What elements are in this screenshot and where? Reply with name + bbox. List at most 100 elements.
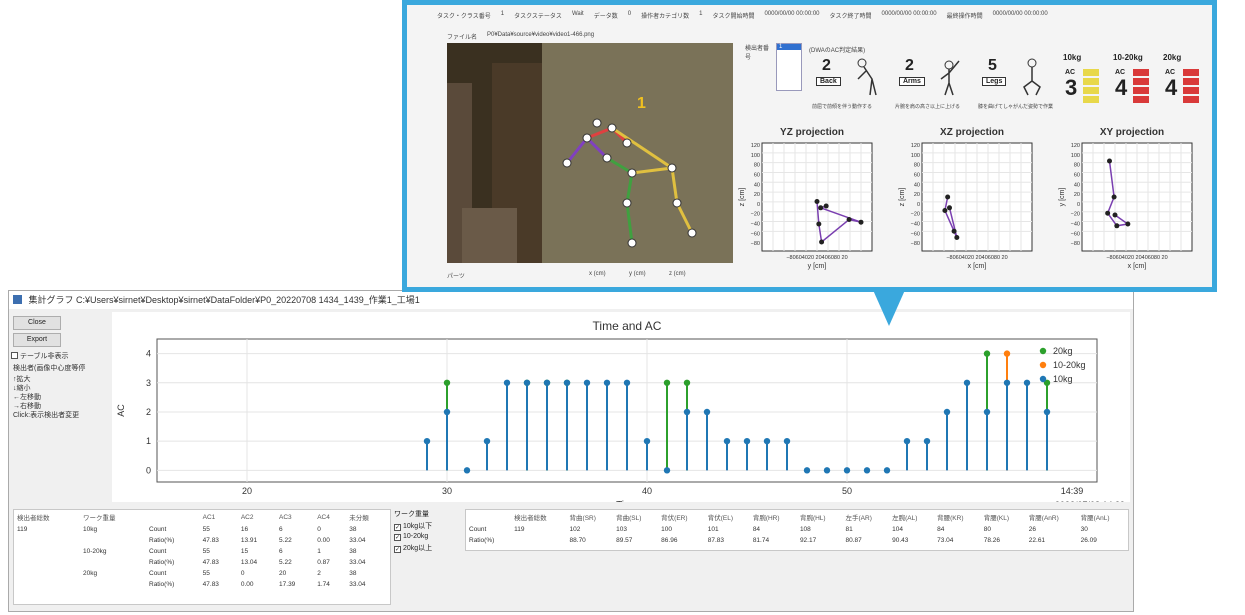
point-10-20kg — [1003, 350, 1011, 357]
weight-filter-label: 10kg以下 — [403, 523, 433, 530]
stats-cell: 16 — [240, 526, 249, 533]
projection-0: YZ projection 120 100 80 60 40 20 0 −20 −40 −60 −80… — [739, 127, 873, 270]
posture-cell: 108 — [799, 526, 811, 533]
point-20kg — [983, 350, 991, 357]
stats-cell: 0.87 — [317, 559, 330, 566]
weight-filter-option[interactable]: ✓ 10-20kg — [394, 533, 462, 541]
posture-cell: 22.61 — [1028, 537, 1046, 544]
inset-header-field: データ数 — [593, 14, 618, 20]
projection-joint — [858, 219, 864, 225]
projection-joint — [1112, 212, 1118, 218]
projection-y-tick: −80 — [751, 241, 760, 247]
stats-cell: 55 — [202, 570, 210, 577]
stats-cell — [14, 568, 80, 579]
projection-joint — [945, 194, 951, 200]
point-10kg — [623, 379, 631, 386]
stats-cell: Ratio(%) — [149, 537, 175, 544]
weight-filter-checkbox[interactable]: ✓ — [394, 546, 401, 553]
table-toggle[interactable]: テーブル非表示 — [11, 352, 69, 361]
posture-cell: 81 — [845, 526, 853, 533]
projection-y-tick: 80 — [754, 163, 760, 169]
posture-row: Ratio(%) 88.70 89.57 86.96 87.83 81.74 92.17 80… — [466, 535, 1128, 546]
projection-joint — [947, 205, 952, 211]
projection-joint — [1111, 194, 1117, 200]
stats-cell — [80, 579, 146, 590]
projection-joint — [814, 199, 820, 204]
weight-badge-bars — [1183, 69, 1199, 103]
inset-header-field: Wait — [571, 11, 584, 17]
projection-joint — [951, 228, 957, 234]
stats-cell: 33.04 — [349, 537, 366, 544]
posture-table: 検出者総数 背曲(SR) 背曲(SL) 背伏(ER) 背伏(EL) 背腕(HR) 背腕(HL… — [465, 509, 1129, 551]
posture-cell: 100 — [661, 526, 673, 533]
weight-badge-label: 20kg — [1163, 53, 1182, 62]
point-10kg — [783, 437, 791, 445]
time-ac-chart[interactable]: Time and AC 20 30 40 50 14:39 0 1 2 3 4 Time AC 2022/… — [112, 312, 1130, 502]
posture-header-cell: 左手(AR) — [845, 515, 872, 522]
point-10kg — [763, 437, 771, 445]
export-button[interactable]: Export — [13, 333, 61, 347]
stats-cell: Count — [149, 526, 167, 533]
point-10kg — [1043, 408, 1051, 416]
stats-cell: 5.22 — [279, 537, 292, 544]
projection-y-tick: −20 — [911, 212, 920, 218]
weight-badge-bar — [1083, 69, 1099, 76]
stats-cell: 13.04 — [240, 559, 258, 566]
stats-header-cell: AC2 — [240, 513, 254, 521]
posture-cell: 102 — [569, 526, 581, 533]
stats-cell: 55 — [202, 526, 210, 533]
point-10kg — [1003, 379, 1011, 386]
ac-title: (DWAのAC判定結果) — [809, 48, 866, 54]
projection-y-tick: 20 — [914, 192, 920, 198]
stats-cell: 119 — [17, 526, 28, 533]
parts-label: パーツ — [447, 274, 465, 280]
stats-cell: 38 — [349, 526, 357, 533]
weight-badge-bar — [1083, 96, 1099, 103]
stats-cell — [14, 535, 80, 546]
table-toggle-checkbox[interactable] — [11, 352, 18, 359]
inset-header-field: 1 — [699, 11, 703, 17]
projection-x-ticks: −80604020 20406080 20 — [1106, 255, 1167, 261]
weight-badge-value: 3 — [1065, 75, 1078, 100]
skeleton-joint — [667, 163, 677, 173]
weight-badge-bar — [1183, 69, 1199, 76]
projection-joint — [816, 221, 822, 227]
skeleton-joint — [562, 158, 572, 168]
zoom-inset: タスク・クラス番号 1 タスクステータス Wait データ数 0 操作者カテゴリ数 1 タスク開… — [402, 0, 1217, 292]
posture-cell: 87.83 — [707, 537, 725, 544]
title-bar: 集計グラフ C:¥Users¥sirnet¥Desktop¥sirnet¥Dat… — [9, 291, 1133, 309]
projections-area: YZ projection 120 100 80 60 40 20 0 −20 −40 −60 −80… — [739, 127, 1193, 270]
weight-filter-checkbox[interactable]: ✓ — [394, 534, 401, 541]
close-button[interactable]: Close — [13, 316, 61, 330]
stats-cell: 17.39 — [279, 581, 296, 588]
detector-list[interactable]: 1 — [776, 43, 802, 91]
x-tick-label-time: 14:39 — [1061, 486, 1084, 496]
point-20kg — [683, 379, 691, 386]
back-posture-icon — [857, 58, 877, 96]
stats-row: 119 10kg Count 55 16 6 0 38 — [14, 524, 390, 535]
point-10kg — [703, 408, 711, 416]
stats-header-cell: AC4 — [317, 513, 330, 521]
projection-x-label: x [cm] — [1128, 263, 1147, 270]
stats-cell — [14, 546, 80, 557]
posture-cell: 80.87 — [845, 537, 862, 544]
callout-arrow — [873, 290, 905, 326]
date-label: 2022/07/08 14:39 — [1055, 500, 1125, 502]
weight-filter-checkbox[interactable]: ✓ — [394, 524, 401, 531]
posture-cell: 26 — [1028, 526, 1037, 533]
weight-filter-title: ワーク重量 — [394, 511, 429, 518]
posture-cell: 80 — [983, 526, 991, 533]
stats-cell: 55 — [202, 548, 210, 555]
detector-list-item[interactable]: 1 — [777, 44, 801, 50]
weight-filter-option[interactable]: ✓ 10kg以下 — [394, 521, 462, 531]
skeleton-joint — [627, 238, 637, 248]
projection-y-tick: −20 — [1071, 212, 1080, 218]
weight-filter-option[interactable]: ✓ 20kg以上 — [394, 543, 462, 553]
inset-header-field: タスク開始時間 — [712, 14, 755, 20]
projection-y-tick: 120 — [1071, 143, 1080, 149]
posture-cell: 86.96 — [661, 537, 678, 544]
inset-header-field: 0000/00/00 00:00:00 — [881, 11, 937, 17]
options-title: 検出者(画像中心度等停 — [13, 365, 86, 372]
legend-marker — [1039, 375, 1047, 383]
projection-y-label: z [cm] — [899, 188, 906, 207]
